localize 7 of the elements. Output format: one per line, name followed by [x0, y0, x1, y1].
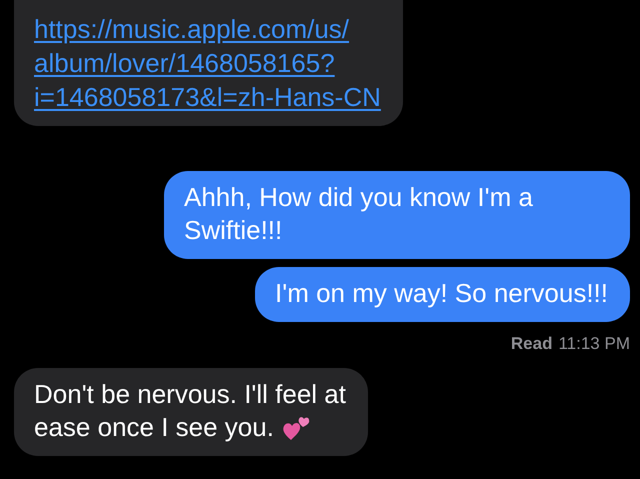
message-line: Don't be nervous. I'll feel at	[34, 378, 346, 411]
message-text: I'm on my way! So nervous!!!	[275, 278, 608, 308]
message-line: ease once I see you.	[34, 411, 274, 444]
read-label: Read	[510, 334, 552, 354]
album-link[interactable]: https://music.apple.com/us/ album/lover/1468058165? i=1468058173&l=zh-Hans-CN	[34, 12, 381, 114]
message-text: Ahhh, How did you know I'm a Swiftie!!!	[184, 182, 533, 245]
read-time: 11:13 PM	[558, 334, 630, 354]
